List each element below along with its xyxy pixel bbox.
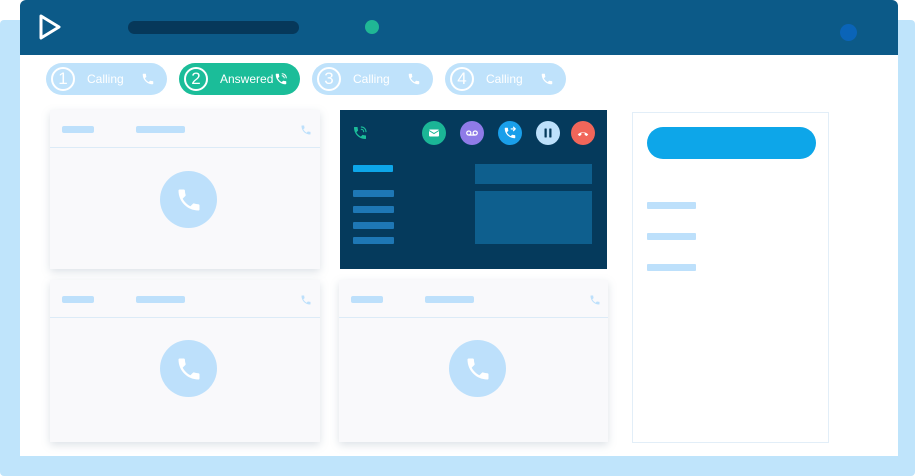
panel-line-placeholder (647, 264, 696, 271)
tab-call-4[interactable]: 4 Calling (445, 63, 566, 95)
tab-label: Answered (220, 72, 274, 86)
phone-icon (178, 189, 199, 210)
pause-icon (544, 128, 552, 138)
transfer-call-icon (504, 126, 517, 139)
phone-icon (301, 125, 311, 135)
call-card-3[interactable] (50, 280, 320, 442)
answer-call-button[interactable] (160, 340, 217, 397)
title-bar (20, 0, 898, 55)
hold-button[interactable] (536, 121, 560, 145)
phone-icon (408, 73, 420, 85)
window-control-dot[interactable] (840, 24, 857, 41)
phone-icon (541, 73, 553, 85)
message-button[interactable] (422, 121, 446, 145)
tab-number: 2 (184, 67, 208, 91)
info-field (475, 164, 592, 184)
detail-line-placeholder (353, 206, 394, 213)
tab-call-1[interactable]: 1 Calling (46, 63, 167, 95)
tab-label: Calling (87, 72, 124, 86)
online-status-dot (365, 20, 379, 34)
envelope-icon (428, 129, 440, 137)
tab-call-2[interactable]: 2 Answered (179, 63, 300, 95)
phone-icon (467, 358, 488, 379)
phone-icon (178, 358, 199, 379)
caller-number-placeholder (425, 296, 474, 303)
caller-name-placeholder (353, 165, 393, 172)
notes-area[interactable] (475, 191, 592, 244)
tab-label: Calling (486, 72, 523, 86)
tab-number: 3 (317, 67, 341, 91)
caller-name-placeholder (351, 296, 383, 303)
call-card-4[interactable] (339, 280, 608, 442)
tab-number: 4 (450, 67, 474, 91)
caller-name-placeholder (62, 126, 94, 133)
detail-line-placeholder (353, 222, 394, 229)
phone-icon (142, 73, 154, 85)
detail-line-placeholder (353, 237, 394, 244)
phone-icon (590, 295, 600, 305)
tab-number: 1 (51, 67, 75, 91)
caller-number-placeholder (136, 296, 185, 303)
details-panel (632, 112, 829, 443)
phone-ringing-icon (354, 126, 367, 139)
phone-icon (301, 295, 311, 305)
call-card-1[interactable] (50, 110, 320, 269)
app-window: 1 Calling 2 Answered 3 Calling 4 Calling (20, 0, 898, 456)
voicemail-button[interactable] (460, 121, 484, 145)
detail-line-placeholder (353, 190, 394, 197)
panel-line-placeholder (647, 202, 696, 209)
voicemail-icon (466, 130, 478, 136)
card-header (50, 110, 320, 148)
answer-call-button[interactable] (449, 340, 506, 397)
hang-up-icon (577, 132, 589, 136)
primary-action-button[interactable] (647, 127, 816, 159)
tab-label: Calling (353, 72, 390, 86)
phone-ringing-icon (275, 73, 287, 85)
address-bar[interactable] (128, 21, 299, 34)
active-call-card (340, 110, 607, 269)
play-logo-icon[interactable] (34, 12, 64, 42)
tab-call-3[interactable]: 3 Calling (312, 63, 433, 95)
card-header (339, 280, 608, 318)
answer-call-button[interactable] (160, 171, 217, 228)
card-header (50, 280, 320, 318)
transfer-button[interactable] (498, 121, 522, 145)
caller-name-placeholder (62, 296, 94, 303)
caller-number-placeholder (136, 126, 185, 133)
panel-line-placeholder (647, 233, 696, 240)
hang-up-button[interactable] (571, 121, 595, 145)
